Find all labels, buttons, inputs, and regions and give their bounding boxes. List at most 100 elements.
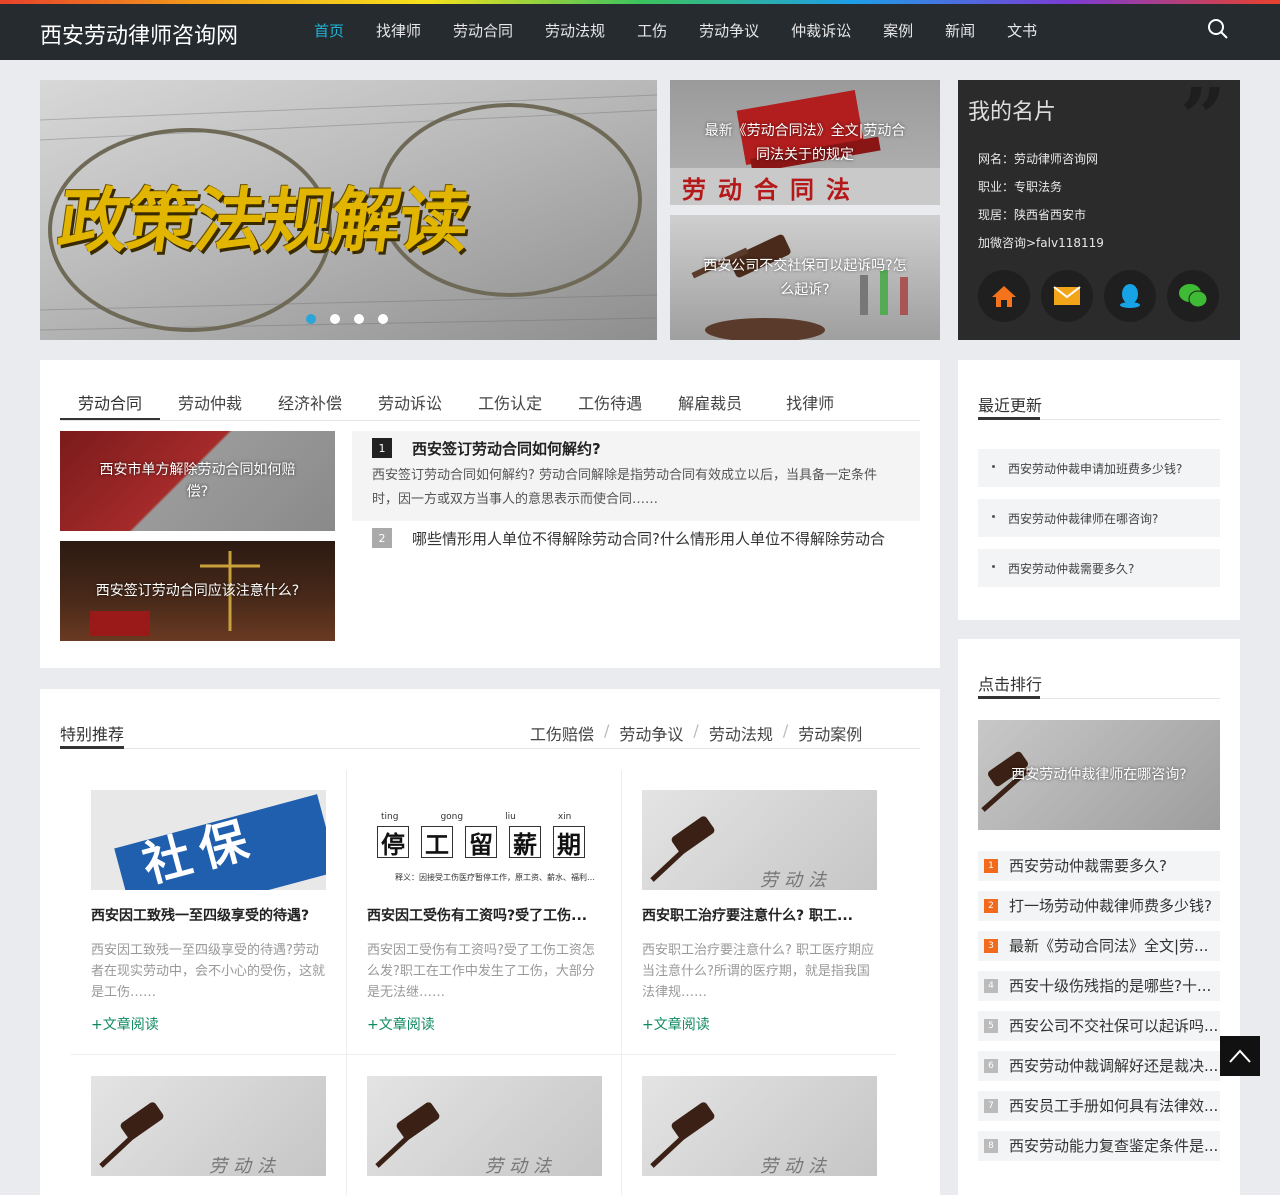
- link-labor-law[interactable]: 劳动法规: [709, 721, 773, 745]
- recommend-card[interactable]: 劳动法: [622, 1056, 897, 1195]
- tab-labor-contract[interactable]: 劳动合同: [60, 390, 161, 420]
- pinyin: gong: [440, 812, 464, 822]
- nav-news[interactable]: 新闻: [929, 20, 991, 44]
- nav-documents[interactable]: 文书: [991, 20, 1053, 44]
- wechat-icon[interactable]: [1167, 270, 1219, 322]
- nav-find-lawyer[interactable]: 找律师: [360, 20, 437, 44]
- ranking-item[interactable]: 6 西安劳动仲裁调解好还是裁决...: [978, 1051, 1220, 1081]
- ranking-item[interactable]: 5 西安公司不交社保可以起诉吗...: [978, 1011, 1220, 1041]
- title-underline: [978, 417, 1040, 420]
- recent-item[interactable]: 西安劳动仲裁需要多久?: [978, 549, 1220, 587]
- tab-injury-identification[interactable]: 工伤认定: [460, 390, 560, 420]
- tab-thumb[interactable]: 西安签订劳动合同应该注意什么?: [60, 541, 335, 641]
- recommend-title[interactable]: 西安因工受伤有工资吗?受了工伤...: [367, 905, 602, 925]
- nav-labor-contract[interactable]: 劳动合同: [437, 20, 529, 44]
- rank-number: 3: [984, 939, 998, 953]
- recent-item[interactable]: 西安劳动仲裁律师在哪咨询?: [978, 499, 1220, 537]
- recommend-card[interactable]: tinggongliuxinxin 停 工 留 薪 期 释义：因接受工伤医疗暂停…: [347, 770, 622, 1054]
- labor-law-text: 劳动法: [485, 1156, 557, 1176]
- side-image-contract-law[interactable]: 劳动合同法 最新《劳动合同法》全文|劳动合同法关于的规定: [670, 80, 940, 205]
- char-box: 停: [377, 826, 409, 859]
- ranking-item[interactable]: 4 西安十级伤残指的是哪些?十...: [978, 971, 1220, 1001]
- hero-slider[interactable]: 政策法规解读: [40, 80, 657, 340]
- slider-dots: [306, 314, 388, 324]
- recommend-desc: 西安因工受伤有工资吗?受了工伤工资怎么发?职工在工作中发生了工伤，大部分是无法继…: [367, 943, 595, 1000]
- ranking-item[interactable]: 8 西安劳动能力复查鉴定条件是...: [978, 1131, 1220, 1161]
- char-row: 停 工 留 薪 期: [377, 826, 585, 859]
- read-more-link[interactable]: +文章阅读: [642, 1014, 710, 1034]
- recent-item-label: 西安劳动仲裁申请加班费多少钱?: [1008, 462, 1183, 476]
- rank-number: 5: [984, 1019, 998, 1033]
- recommend-card[interactable]: 劳动法: [347, 1056, 622, 1195]
- rank-number: 1: [984, 859, 998, 873]
- tab-injury-benefits[interactable]: 工伤待遇: [560, 390, 660, 420]
- mail-icon[interactable]: [1041, 270, 1093, 322]
- tab-find-lawyer[interactable]: 找律师: [760, 390, 852, 420]
- list-item-desc: 西安签订劳动合同如何解约? 劳动合同解除是指劳动合同有效成立以后，当具备一定条件…: [372, 468, 878, 507]
- recent-item[interactable]: 西安劳动仲裁申请加班费多少钱?: [978, 449, 1220, 487]
- slider-dot[interactable]: [378, 314, 388, 324]
- char-box: 留: [465, 826, 497, 859]
- recommend-image: 劳动法: [91, 1076, 326, 1176]
- rank-item-label: 西安十级伤残指的是哪些?十...: [1009, 977, 1212, 995]
- link-labor-dispute[interactable]: 劳动争议: [619, 721, 683, 745]
- rank-number: 8: [984, 1139, 998, 1153]
- profile-wechat: 加微咨询>falv118119: [978, 236, 1104, 250]
- bullet-icon: [992, 515, 995, 518]
- tab-dismissal[interactable]: 解雇裁员: [660, 390, 760, 420]
- link-injury-compensation[interactable]: 工伤赔偿: [530, 721, 594, 745]
- nav-home[interactable]: 首页: [298, 20, 360, 44]
- side-image-social-insurance[interactable]: 西安公司不交社保可以起诉吗?怎么起诉?: [670, 215, 940, 340]
- recommend-card[interactable]: 社保 西安因工致残一至四级享受的待遇? 西安因工致残一至四级享受的待遇?劳动者在…: [71, 770, 346, 1054]
- ranking-item[interactable]: 1 西安劳动仲裁需要多久?: [978, 851, 1220, 881]
- home-icon[interactable]: [978, 270, 1030, 322]
- recommend-image: 社保: [91, 790, 326, 890]
- list-item-title[interactable]: 西安签订劳动合同如何解约?: [412, 438, 601, 459]
- ranking-item[interactable]: 7 西安员工手册如何具有法律效...: [978, 1091, 1220, 1121]
- slider-dot[interactable]: [306, 314, 316, 324]
- ranking-item[interactable]: 2 打一场劳动仲裁律师费多少钱?: [978, 891, 1220, 921]
- link-labor-cases[interactable]: 劳动案例: [798, 721, 862, 745]
- tab-labor-litigation[interactable]: 劳动诉讼: [360, 390, 460, 420]
- tab-labor-arbitration[interactable]: 劳动仲裁: [160, 390, 260, 420]
- ranking-item[interactable]: 3 最新《劳动合同法》全文|劳...: [978, 931, 1220, 961]
- site-logo[interactable]: 西安劳动律师咨询网: [40, 18, 238, 50]
- char-box: 工: [421, 826, 453, 859]
- quote-mark-icon: ”: [1179, 80, 1226, 164]
- search-icon[interactable]: [1207, 18, 1229, 40]
- back-to-top-button[interactable]: [1220, 1036, 1260, 1076]
- rank-number: 7: [984, 1099, 998, 1113]
- recommend-title[interactable]: 西安因工致残一至四级享受的待遇?: [91, 905, 326, 925]
- qq-icon[interactable]: [1104, 270, 1156, 322]
- read-more-link[interactable]: +文章阅读: [367, 1014, 435, 1034]
- char-box: 薪: [509, 826, 541, 859]
- pinyin: ting: [381, 812, 399, 822]
- profile-name: 网名：劳动律师咨询网: [978, 152, 1099, 166]
- special-links: 工伤赔偿 / 劳动争议 / 劳动法规 / 劳动案例: [530, 721, 862, 745]
- tab-thumb[interactable]: 西安市单方解除劳动合同如何赔偿?: [60, 431, 335, 531]
- recommend-image: tinggongliuxinxin 停 工 留 薪 期 释义：因接受工伤医疗暂停…: [367, 790, 602, 890]
- recommend-card[interactable]: 劳动法 西安职工治疗要注意什么? 职工... 西安职工治疗要注意什么? 职工医疗…: [622, 770, 897, 1054]
- pinyin: liu: [505, 812, 516, 822]
- nav-injury[interactable]: 工伤: [621, 20, 683, 44]
- category-tabs: 劳动合同 劳动仲裁 经济补偿 劳动诉讼 工伤认定 工伤待遇 解雇裁员 找律师: [60, 390, 920, 421]
- recommend-card[interactable]: 劳动法: [71, 1056, 346, 1195]
- nav-labor-law[interactable]: 劳动法规: [529, 20, 621, 44]
- nav-arbitration[interactable]: 仲裁诉讼: [775, 20, 867, 44]
- rank-item-label: 西安劳动仲裁调解好还是裁决...: [1009, 1057, 1219, 1075]
- list-rank-number: 2: [372, 528, 392, 548]
- chevron-up-icon: [1229, 1049, 1251, 1063]
- rank-item-label: 最新《劳动合同法》全文|劳...: [1009, 937, 1209, 955]
- read-more-link[interactable]: +文章阅读: [91, 1014, 159, 1034]
- slider-dot[interactable]: [354, 314, 364, 324]
- header: 西安劳动律师咨询网 首页 找律师 劳动合同 劳动法规 工伤 劳动争议 仲裁诉讼 …: [0, 4, 1280, 60]
- ranking-feature[interactable]: 西安劳动仲裁律师在哪咨询?: [978, 720, 1220, 830]
- profile-job: 职业：专职法务: [978, 180, 1063, 194]
- tab-thumb-caption: 西安签订劳动合同应该注意什么?: [95, 583, 300, 599]
- recommend-title[interactable]: 西安职工治疗要注意什么? 职工...: [642, 905, 877, 925]
- nav-cases[interactable]: 案例: [867, 20, 929, 44]
- list-item-title[interactable]: 哪些情形用人单位不得解除劳动合同?什么情形用人单位不得解除劳动合: [412, 528, 912, 549]
- nav-labor-dispute[interactable]: 劳动争议: [683, 20, 775, 44]
- tab-compensation[interactable]: 经济补偿: [260, 390, 360, 420]
- slider-dot[interactable]: [330, 314, 340, 324]
